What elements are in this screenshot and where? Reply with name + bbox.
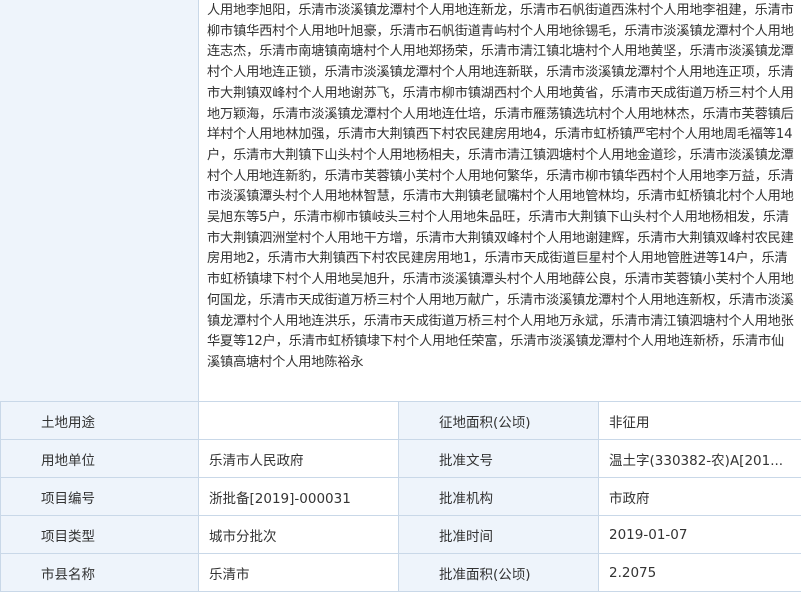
project-type-value: 城市分批次 (198, 515, 399, 554)
approved-area-value: 2.2075 (598, 553, 801, 592)
approval-authority-label: 批准机构 (398, 477, 599, 516)
project-number-label: 项目编号 (0, 477, 199, 516)
approved-area-label: 批准面积(公顷) (398, 553, 599, 592)
approval-authority-value: 市政府 (598, 477, 801, 516)
land-user-label: 用地单位 (0, 439, 199, 478)
land-user-value: 乐清市人民政府 (198, 439, 399, 478)
land-use-label: 土地用途 (0, 401, 199, 440)
table-row: 市县名称 乐清市 批准面积(公顷) 2.2075 (0, 553, 801, 592)
table-row: 用地单位 乐清市人民政府 批准文号 温土字(330382-农)A[201... (0, 439, 801, 478)
acquisition-area-label: 征地面积(公顷) (398, 401, 599, 440)
table-row: 项目编号 浙批备[2019]-000031 批准机构 市政府 (0, 477, 801, 516)
city-county-value: 乐清市 (198, 553, 399, 592)
acquisition-area-value: 非征用 (598, 401, 801, 440)
land-info-table: 土地用途 征地面积(公顷) 非征用 用地单位 乐清市人民政府 批准文号 温土字(… (0, 401, 801, 592)
land-users-row: 人用地李旭阳，乐清市淡溪镇龙潭村个人用地连新龙，乐清市石帆街道西洙村个人用地李祖… (0, 0, 801, 401)
project-type-label: 项目类型 (0, 515, 199, 554)
approval-document-value: 温土字(330382-农)A[201... (598, 439, 801, 478)
land-record-panel: 人用地李旭阳，乐清市淡溪镇龙潭村个人用地连新龙，乐清市石帆街道西洙村个人用地李祖… (0, 0, 801, 609)
land-use-value (198, 401, 399, 440)
table-row: 土地用途 征地面积(公顷) 非征用 (0, 401, 801, 440)
approval-document-label: 批准文号 (398, 439, 599, 478)
project-number-value: 浙批备[2019]-000031 (198, 477, 399, 516)
approval-date-label: 批准时间 (398, 515, 599, 554)
table-row: 项目类型 城市分批次 批准时间 2019-01-07 (0, 515, 801, 554)
city-county-label: 市县名称 (0, 553, 199, 592)
land-users-label-cell (0, 0, 199, 401)
approval-date-value: 2019-01-07 (598, 515, 801, 554)
land-users-description: 人用地李旭阳，乐清市淡溪镇龙潭村个人用地连新龙，乐清市石帆街道西洙村个人用地李祖… (207, 3, 794, 370)
